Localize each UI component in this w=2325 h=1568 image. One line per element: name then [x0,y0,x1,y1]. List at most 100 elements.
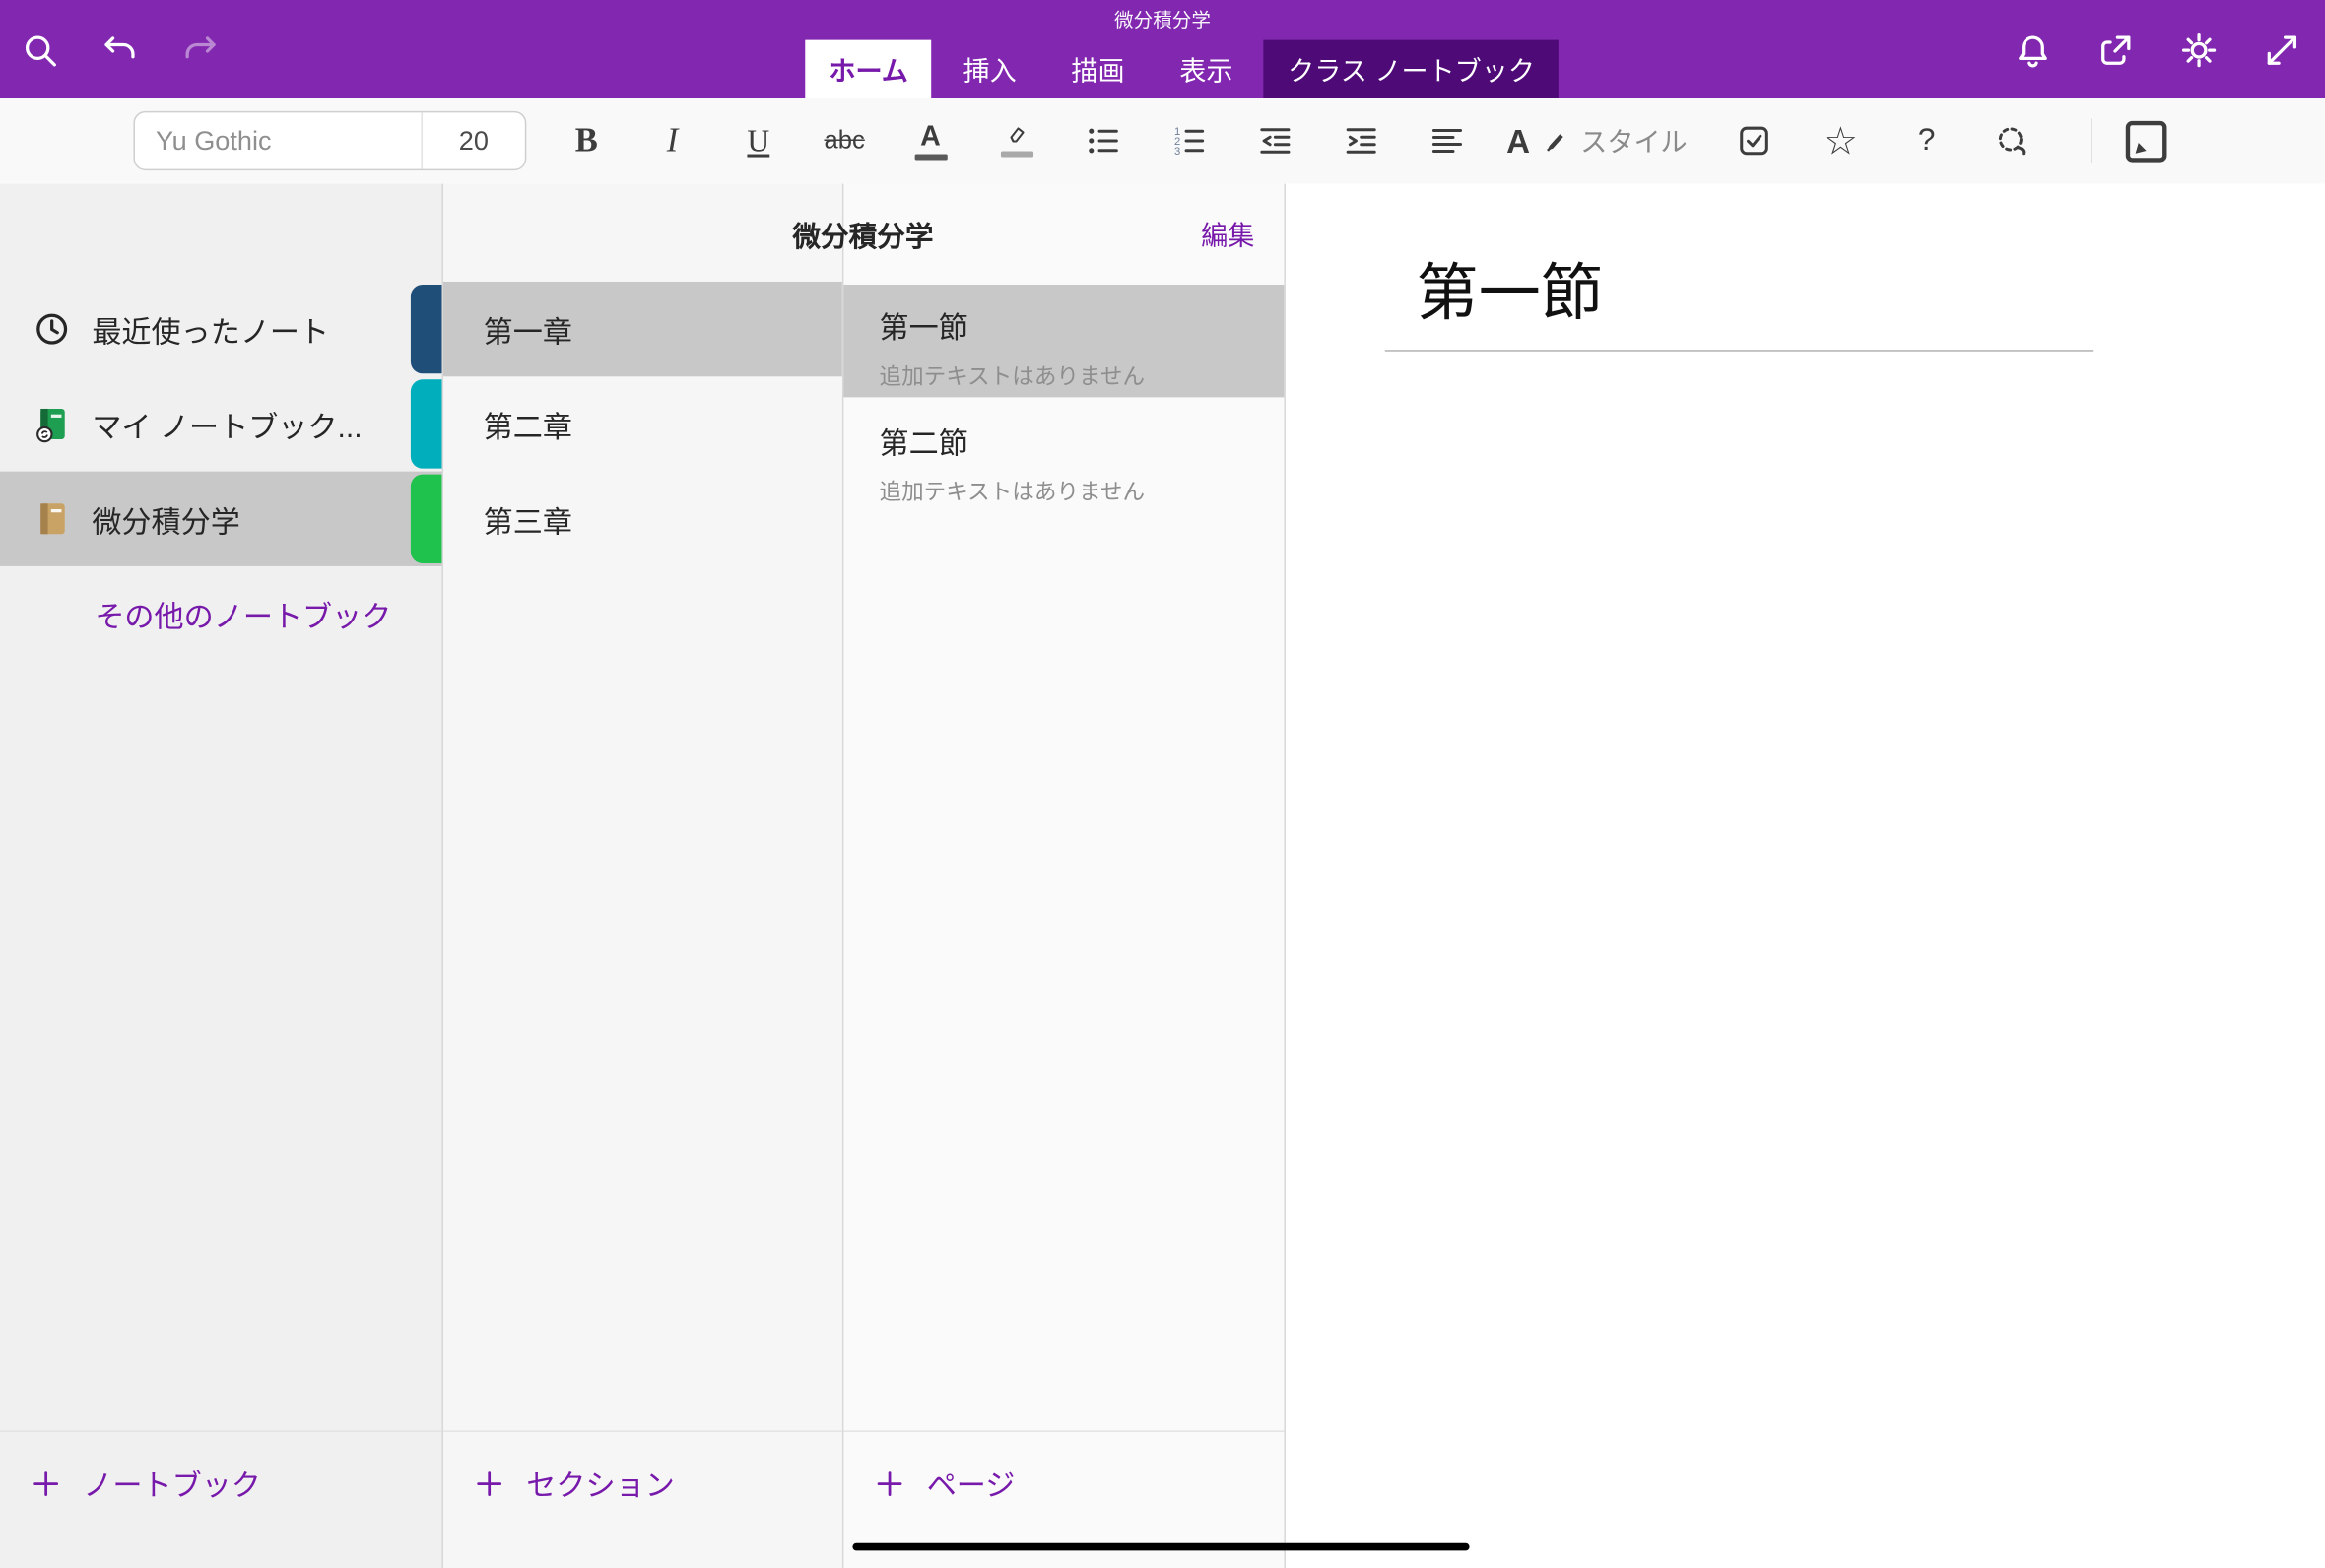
settings-button[interactable] [2176,29,2221,73]
lasso-icon [1995,123,2030,159]
notebook-green-icon [33,405,71,443]
numbered-list-button[interactable]: 1 2 3 [1162,108,1215,173]
document-title: 微分積分学 [0,5,2325,33]
sidebar-item-label: 微分積分学 [92,497,240,541]
page-title[interactable]: 第一節 [1416,243,1603,334]
font-color-button[interactable]: A [904,108,957,173]
onenote-window: 微分積分学 ホーム 挿入 描画 表示 クラス ノートブック [0,0,2325,1568]
undo-button[interactable] [98,29,142,73]
important-tag-button[interactable]: ☆ [1815,108,1867,173]
notifications-button[interactable] [2011,29,2055,73]
bell-icon [2014,32,2052,70]
sidebar-item-label: マイ ノートブック... [92,403,362,446]
sidebar-footer: ノートブック [0,1430,442,1568]
edit-button[interactable]: 編集 [1201,215,1254,253]
bullet-list-button[interactable] [1077,108,1129,173]
star-icon: ☆ [1824,121,1858,160]
lasso-select-button[interactable] [1987,108,2039,173]
side-note-icon [2120,115,2172,167]
outdent-button[interactable] [1248,108,1300,173]
section-item-chapter3[interactable]: 第三章 [443,472,842,566]
section-label: 第一章 [484,307,572,351]
question-tag-button[interactable]: ? [1900,108,1953,173]
underline-button[interactable]: U [733,108,785,173]
content-area: 最近使ったノート マイ ノートブック... 微分積分学 [0,184,2325,1568]
tab-insert[interactable]: 挿入 [939,40,1039,98]
styles-icon: A [1506,127,1530,156]
section-item-chapter1[interactable]: 第一章 [443,282,842,376]
undo-icon [100,32,139,70]
alignment-button[interactable] [1421,108,1473,173]
add-notebook-button[interactable]: ノートブック [30,1462,261,1505]
tab-draw[interactable]: 描画 [1047,40,1148,98]
page-editor[interactable]: 第一節 [1284,184,2325,1568]
svg-text:3: 3 [1173,146,1179,158]
section-item-chapter2[interactable]: 第二章 [443,376,842,471]
tab-home[interactable]: ホーム [805,40,932,98]
italic-icon: I [667,121,679,160]
tab-view[interactable]: 表示 [1156,40,1256,98]
notebooks-sidebar: 最近使ったノート マイ ノートブック... 微分積分学 [0,184,442,1568]
indent-icon [1343,123,1378,159]
share-button[interactable] [2093,29,2138,73]
font-name-value[interactable]: Yu Gothic [135,125,421,157]
align-icon [1428,123,1464,159]
strikethrough-icon: abc [825,126,865,156]
add-section-button[interactable]: セクション [473,1462,675,1505]
notebook-header: 微分積分学 編集 [442,184,1285,282]
font-size-value[interactable]: 20 [421,112,524,168]
highlight-swatch [1000,152,1032,158]
fullscreen-button[interactable] [2260,29,2304,73]
notebook-spine-teal [411,379,442,468]
font-selector[interactable]: Yu Gothic 20 [133,111,526,170]
underline-icon: U [747,122,769,160]
clock-icon [33,310,71,349]
todo-tag-button[interactable] [1729,108,1781,173]
notebook-header-title: 微分積分学 [442,215,1285,255]
strikethrough-button[interactable]: abc [819,108,871,173]
font-color-icon: A [920,122,941,151]
outdent-icon [1257,123,1293,159]
gear-icon [2179,32,2218,70]
home-indicator[interactable] [852,1543,1469,1551]
page-item-section1[interactable]: 第一節 追加テキストはありません [843,285,1284,397]
bold-button[interactable]: B [561,108,613,173]
titlebar-left-actions [18,29,223,73]
add-section-label: セクション [526,1462,675,1505]
highlight-button[interactable] [990,108,1042,173]
side-note-button[interactable] [2120,108,2172,173]
notebook-spine-navy [411,285,442,373]
sidebar-item-calculus-notebook[interactable]: 微分積分学 [0,472,442,566]
notebook-tan-icon [33,499,71,538]
notebook-spine-green [411,475,442,563]
plus-icon [874,1467,906,1499]
redo-icon [181,32,220,70]
search-button[interactable] [18,29,62,73]
sidebar-item-my-notebooks[interactable]: マイ ノートブック... [0,376,411,471]
titlebar: 微分積分学 ホーム 挿入 描画 表示 クラス ノートブック [0,0,2325,98]
add-notebook-label: ノートブック [83,1462,261,1505]
pages-pane: 第一節 追加テキストはありません 第二節 追加テキストはありません ページ [842,184,1285,1568]
add-page-button[interactable]: ページ [874,1462,1016,1505]
sidebar-item-recent-notes[interactable]: 最近使ったノート [0,282,411,376]
other-notebooks-link[interactable]: その他のノートブック [95,593,391,636]
redo-button[interactable] [178,29,223,73]
indent-button[interactable] [1335,108,1387,173]
section-label: 第二章 [484,403,572,446]
formatting-toolbar: Yu Gothic 20 B I U abc A 1 2 3 [0,98,2325,183]
add-page-label: ページ [927,1462,1016,1505]
share-icon [2096,32,2135,70]
bold-icon: B [575,121,598,160]
page-item-subtitle: 追加テキストはありません [880,360,1285,392]
styles-button[interactable]: A スタイル [1506,121,1687,160]
tab-class-notebook[interactable]: クラス ノートブック [1264,40,1559,98]
font-color-swatch [914,154,947,160]
toolbar-divider [2091,118,2092,163]
highlighter-icon [1002,124,1031,148]
plus-icon [473,1467,505,1499]
page-item-section2[interactable]: 第二節 追加テキストはありません [843,400,1284,512]
section-label: 第三章 [484,497,572,541]
numbered-list-icon: 1 2 3 [1170,123,1206,159]
sidebar-item-label: 最近使ったノート [92,307,329,351]
italic-button[interactable]: I [646,108,698,173]
